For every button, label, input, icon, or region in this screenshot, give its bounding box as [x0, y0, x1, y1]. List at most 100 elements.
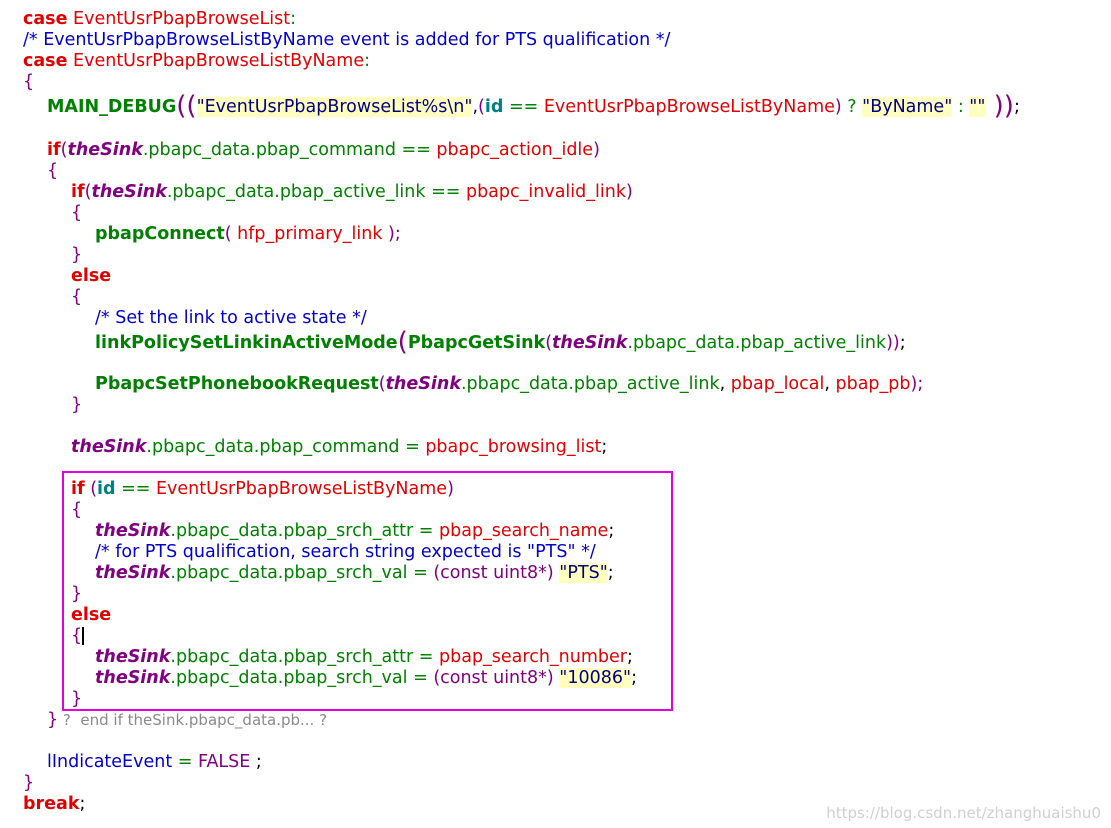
- member-access: .pbapc_data.pbap_command: [142, 140, 396, 160]
- keyword-else: else: [71, 605, 112, 625]
- keyword-if: if: [71, 479, 85, 499]
- paren: )): [985, 91, 1014, 121]
- comment: /* EventUsrPbapBrowseListByName event is…: [23, 30, 671, 50]
- code-line-24: }: [71, 583, 82, 605]
- function-name: linkPolicySetLinkinActiveMode: [95, 333, 398, 353]
- keyword-else: else: [71, 266, 112, 286]
- paren: ): [834, 97, 842, 117]
- code-line-10: pbapConnect( hfp_primary_link );: [95, 223, 401, 245]
- paren: (: [397, 327, 408, 357]
- operator: =: [399, 437, 426, 457]
- code-line-30: } ? end if theSink.pbapc_data.pb... ?: [47, 709, 327, 731]
- code-line-7: {: [47, 160, 58, 182]
- paren: ): [625, 182, 633, 202]
- paren: ): [447, 479, 454, 499]
- code-line-15: linkPolicySetLinkinActiveMode(PbapcGetSi…: [95, 329, 906, 355]
- brace: }: [71, 584, 83, 604]
- semicolon: ;: [79, 794, 86, 814]
- code-editor[interactable]: case EventUsrPbapBrowseList: /* EventUsr…: [0, 0, 1111, 828]
- case-label: EventUsrPbapBrowseList: [73, 9, 291, 29]
- code-line-9: {: [71, 202, 82, 224]
- semicolon: ;: [899, 333, 906, 353]
- member-access: .pbapc_data.pbap_active_link: [627, 333, 887, 353]
- code-line-26: {: [71, 625, 82, 647]
- identifier: id: [97, 479, 116, 499]
- code-line-14: /* Set the link to active state */: [95, 307, 367, 329]
- sink-identifier: theSink: [95, 668, 171, 688]
- brace: {: [71, 500, 83, 520]
- code-line-17: }: [71, 394, 82, 416]
- member-access: .pbapc_data.pbap_srch_val: [170, 563, 408, 583]
- operator: ==: [115, 479, 156, 499]
- paren: );: [910, 374, 924, 394]
- code-line-5: MAIN_DEBUG(("EventUsrPbapBrowseList%s\n"…: [47, 93, 1020, 119]
- paren: (: [378, 374, 386, 394]
- code-line-18: theSink.pbapc_data.pbap_command = pbapc_…: [71, 436, 607, 458]
- watermark: https://blog.csdn.net/zhanghuaishu0: [826, 804, 1101, 822]
- keyword-if: if: [71, 182, 85, 202]
- code-line-23: theSink.pbapc_data.pbap_srch_val = (cons…: [95, 562, 614, 584]
- string-literal: "": [969, 97, 986, 117]
- brace: }: [47, 710, 59, 730]
- brace: }: [71, 689, 83, 709]
- string-literal: "ByName": [862, 97, 953, 117]
- code-line-28: theSink.pbapc_data.pbap_srch_val = (cons…: [95, 667, 637, 689]
- comma: ,: [719, 374, 731, 394]
- argument: pbap_local: [730, 374, 825, 394]
- semicolon: ;: [607, 563, 614, 583]
- paren: (: [224, 224, 238, 244]
- constant: FALSE: [198, 752, 251, 772]
- operator: =: [407, 668, 434, 688]
- comment: /* Set the link to active state */: [95, 308, 367, 328]
- code-line-16: PbapcSetPhonebookRequest(theSink.pbapc_d…: [95, 373, 923, 395]
- code-line-27: theSink.pbapc_data.pbap_srch_attr = pbap…: [95, 646, 633, 668]
- semicolon: ;: [631, 668, 637, 688]
- code-line-1: case EventUsrPbapBrowseList:: [23, 8, 296, 30]
- code-line-2: /* EventUsrPbapBrowseListByName event is…: [23, 29, 670, 51]
- brace: }: [23, 773, 35, 793]
- semicolon: ;: [1013, 97, 1020, 117]
- paren: );: [382, 224, 401, 244]
- brace: }: [71, 245, 83, 265]
- code-line-12: else: [71, 265, 111, 287]
- keyword-break: break: [23, 794, 80, 814]
- fold-comment[interactable]: ? end if theSink.pbapc_data.pb... ?: [58, 711, 327, 729]
- keyword-case: case: [23, 51, 68, 71]
- colon: :: [364, 51, 371, 71]
- code-line-31: lIndicateEvent = FALSE ;: [47, 751, 262, 773]
- string-literal: "PTS": [559, 563, 608, 583]
- paren: (: [84, 479, 98, 499]
- code-line-13: {: [71, 286, 82, 308]
- code-line-8: if(theSink.pbapc_data.pbap_active_link =…: [71, 181, 633, 203]
- function-name: MAIN_DEBUG: [47, 97, 177, 117]
- paren: (: [478, 97, 485, 117]
- code-line-4: {: [23, 71, 34, 93]
- enum-value: pbapc_invalid_link: [465, 182, 626, 202]
- brace: {: [47, 161, 59, 181]
- code-line-29: }: [71, 688, 82, 710]
- member-access: .pbapc_data.pbap_command: [146, 437, 400, 457]
- keyword-case: case: [23, 9, 68, 29]
- member-access: .pbapc_data.pbap_srch_attr: [170, 647, 414, 667]
- semicolon: ;: [601, 437, 608, 457]
- code-line-22: /* for PTS qualification, search string …: [95, 541, 596, 563]
- operator: ?: [841, 97, 863, 117]
- member-access: .pbapc_data.pbap_active_link: [166, 182, 426, 202]
- function-name: PbapcGetSink: [407, 333, 546, 353]
- paren: (: [545, 333, 553, 353]
- operator: ==: [503, 97, 544, 117]
- sink-identifier: theSink: [385, 374, 461, 394]
- argument: pbap_pb: [835, 374, 911, 394]
- sink-identifier: theSink: [67, 140, 143, 160]
- operator: =: [413, 521, 439, 541]
- code-line-3: case EventUsrPbapBrowseListByName:: [23, 50, 370, 72]
- sink-identifier: theSink: [95, 647, 171, 667]
- paren: )): [886, 333, 900, 353]
- variable: lIndicateEvent: [47, 752, 173, 772]
- code-line-33: break;: [23, 793, 85, 815]
- code-line-11: }: [71, 244, 82, 266]
- semicolon: ;: [626, 647, 633, 667]
- code-line-6: if(theSink.pbapc_data.pbap_command == pb…: [47, 139, 600, 161]
- colon: :: [290, 9, 297, 29]
- sink-identifier: theSink: [95, 563, 171, 583]
